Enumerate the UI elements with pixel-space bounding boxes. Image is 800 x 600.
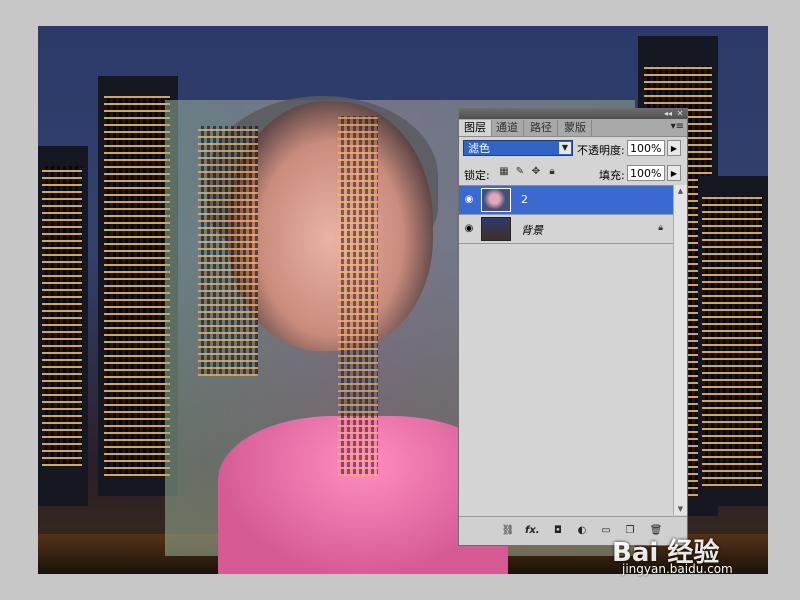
building-windows bbox=[702, 196, 762, 486]
lock-all-icon[interactable]: 🔒︎ bbox=[547, 167, 557, 177]
layer-row-2[interactable]: ◉ 2 bbox=[459, 186, 673, 215]
watermark-url: jingyan.baidu.com bbox=[622, 562, 733, 576]
layers-panel[interactable]: ◂◂ ✕ 图层 通道 路径 蒙版 ▾≡ 滤色 ▼ 不透明度: 100% ▶ 锁定… bbox=[458, 108, 688, 546]
layer-thumbnail bbox=[481, 217, 511, 241]
fx-icon[interactable]: fx. bbox=[525, 525, 540, 537]
building-windows bbox=[42, 166, 82, 466]
close-icon[interactable]: ✕ bbox=[675, 109, 685, 119]
panel-titlebar[interactable]: ◂◂ ✕ bbox=[459, 109, 687, 119]
building-windows bbox=[338, 116, 378, 476]
opacity-arrow-icon[interactable]: ▶ bbox=[667, 140, 681, 156]
blend-mode-select[interactable]: 滤色 ▼ bbox=[463, 140, 573, 156]
layer-list[interactable]: ◉ 2 ◉ 背景 🔒︎ bbox=[459, 185, 673, 516]
panel-tabs: 图层 通道 路径 蒙版 ▾≡ bbox=[459, 119, 687, 137]
tab-paths[interactable]: 路径 bbox=[525, 120, 558, 136]
adjustment-icon[interactable]: ◐ bbox=[575, 525, 589, 537]
portrait-face bbox=[228, 101, 433, 351]
group-icon[interactable]: ▭ bbox=[599, 525, 613, 537]
panel-menu-icon[interactable]: ▾≡ bbox=[671, 121, 684, 132]
lock-pixels-icon[interactable]: ✎ bbox=[515, 167, 525, 177]
layer-name: 2 bbox=[521, 193, 528, 206]
scrollbar[interactable]: ▲ ▼ bbox=[673, 185, 687, 515]
tab-masks[interactable]: 蒙版 bbox=[559, 120, 592, 136]
opacity-input[interactable]: 100% bbox=[627, 140, 665, 156]
lock-row: 锁定: ▦ ✎ ✥ 🔒︎ 填充: 100% ▶ bbox=[459, 163, 687, 185]
fill-arrow-icon[interactable]: ▶ bbox=[667, 165, 681, 181]
eye-icon[interactable]: ◉ bbox=[462, 194, 476, 206]
link-icon[interactable]: ⛓ bbox=[501, 525, 515, 537]
layer-name: 背景 bbox=[521, 224, 543, 237]
tab-channels[interactable]: 通道 bbox=[491, 120, 524, 136]
scroll-up-icon[interactable]: ▲ bbox=[674, 185, 687, 197]
fill-label: 填充: bbox=[599, 169, 625, 182]
eye-icon[interactable]: ◉ bbox=[462, 223, 476, 235]
building-windows bbox=[104, 96, 170, 476]
layer-row-background[interactable]: ◉ 背景 🔒︎ bbox=[459, 215, 673, 244]
layer-thumbnail bbox=[481, 188, 511, 212]
collapse-icon[interactable]: ◂◂ bbox=[663, 109, 673, 119]
blend-row: 滤色 ▼ 不透明度: 100% ▶ bbox=[459, 138, 687, 160]
building-windows bbox=[198, 126, 258, 376]
lock-transparency-icon[interactable]: ▦ bbox=[499, 167, 509, 177]
fill-input[interactable]: 100% bbox=[627, 165, 665, 181]
scroll-down-icon[interactable]: ▼ bbox=[674, 503, 687, 515]
mask-icon[interactable]: ◘ bbox=[551, 525, 565, 537]
tab-layers[interactable]: 图层 bbox=[459, 120, 492, 136]
lock-icon: 🔒︎ bbox=[658, 223, 663, 233]
lock-label: 锁定: bbox=[464, 169, 490, 182]
lock-position-icon[interactable]: ✥ bbox=[531, 167, 541, 177]
blend-mode-value: 滤色 bbox=[468, 142, 490, 155]
opacity-label: 不透明度: bbox=[577, 144, 625, 157]
chevron-down-icon[interactable]: ▼ bbox=[559, 142, 571, 154]
